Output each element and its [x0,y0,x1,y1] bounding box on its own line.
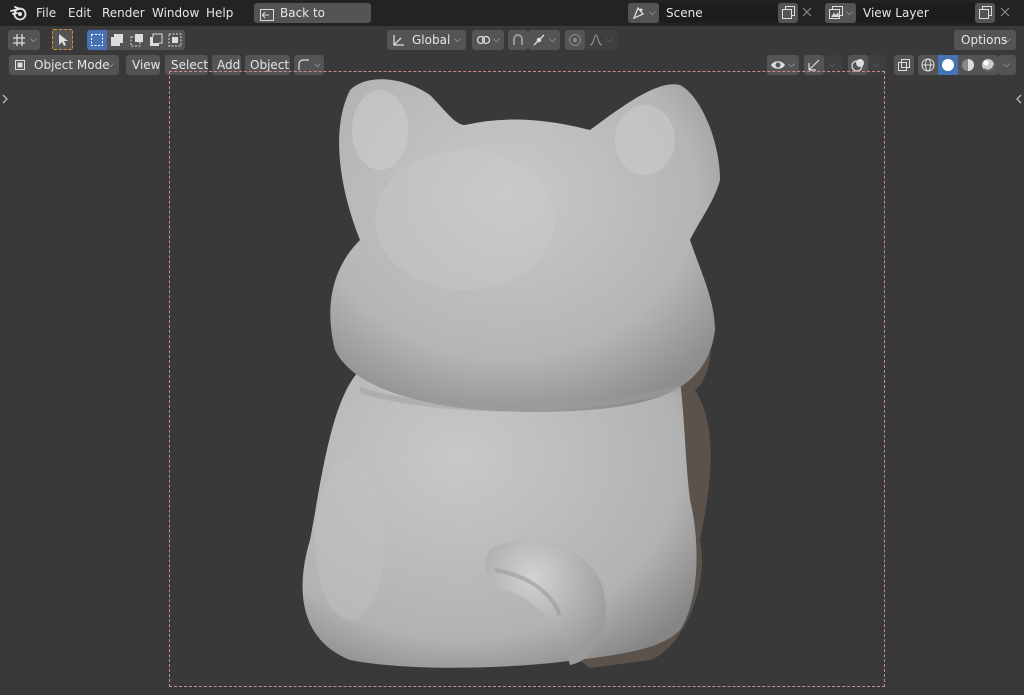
editor-type-button[interactable]: ⌵ [8,30,40,50]
transform-orientation-dropdown[interactable]: Global ⌵ [387,30,466,50]
menu-file[interactable]: File [32,4,60,22]
menu-help[interactable]: Help [202,4,237,22]
pivot-point-dropdown[interactable]: ⌵ [472,30,504,50]
select-box-subtract-button[interactable] [127,30,147,50]
editor-type-icon [12,33,26,50]
snap-target-dropdown[interactable]: ⌵ [528,30,560,50]
select-box-invert-button[interactable] [165,30,185,50]
new-scene-icon [782,6,795,22]
select-box-new-button[interactable] [87,30,107,50]
top-bar: File Edit Render Window Help Back to Pre… [0,0,1024,40]
new-view-layer-button[interactable] [975,3,995,23]
falloff-icon [589,33,603,50]
scene-browse-button[interactable]: ⌵ [628,3,659,23]
back-to-previous-button[interactable]: Back to Previous [254,3,371,40]
menu-render[interactable]: Render [98,4,149,22]
options-label: Options [961,33,1008,47]
close-icon[interactable] [801,6,813,18]
select-tool-button[interactable] [52,29,73,50]
menu-edit[interactable]: Edit [64,4,95,22]
new-scene-button[interactable] [778,3,798,23]
snap-target-icon [532,33,546,50]
view-layer-name-field[interactable]: View Layer [856,3,975,23]
pivot-point-icon [476,33,491,50]
new-scene-icon [979,6,992,22]
select-box-subtract-icon [130,33,144,50]
snap-toggle[interactable] [508,30,528,50]
proportional-falloff-dropdown[interactable]: ⌵ [585,30,617,50]
scene-name-field[interactable]: Scene [659,3,778,23]
scene-name: Scene [666,6,703,20]
view-layer-icon [829,6,843,20]
blender-logo-icon[interactable] [10,5,27,21]
options-dropdown[interactable]: Options ⌵ [954,30,1016,50]
transform-orientation-label: Global [412,33,451,47]
select-box-extend-button[interactable] [107,30,127,50]
proportional-edit-icon [568,33,582,50]
expand-left-icon[interactable] [1,93,9,105]
transform-orientation-icon [392,33,406,50]
select-box-extend-icon [110,33,124,50]
select-box-new-icon [90,33,104,50]
proportional-edit-toggle[interactable] [565,30,585,50]
select-box-difference-button[interactable] [146,30,166,50]
select-box-subtract-icon [149,33,163,50]
back-to-previous-icon [260,7,274,21]
select-box-invert-icon [168,33,182,50]
select-tool-icon [57,33,69,50]
close-icon[interactable] [999,6,1011,18]
sculpted-cat-model[interactable] [290,70,740,680]
expand-right-icon[interactable] [1015,93,1023,105]
view-layer-name: View Layer [863,6,929,20]
menu-window[interactable]: Window [148,4,203,22]
view-layer-browse-button[interactable]: ⌵ [825,3,856,23]
snap-icon [511,33,525,50]
scene-icon [632,6,646,20]
